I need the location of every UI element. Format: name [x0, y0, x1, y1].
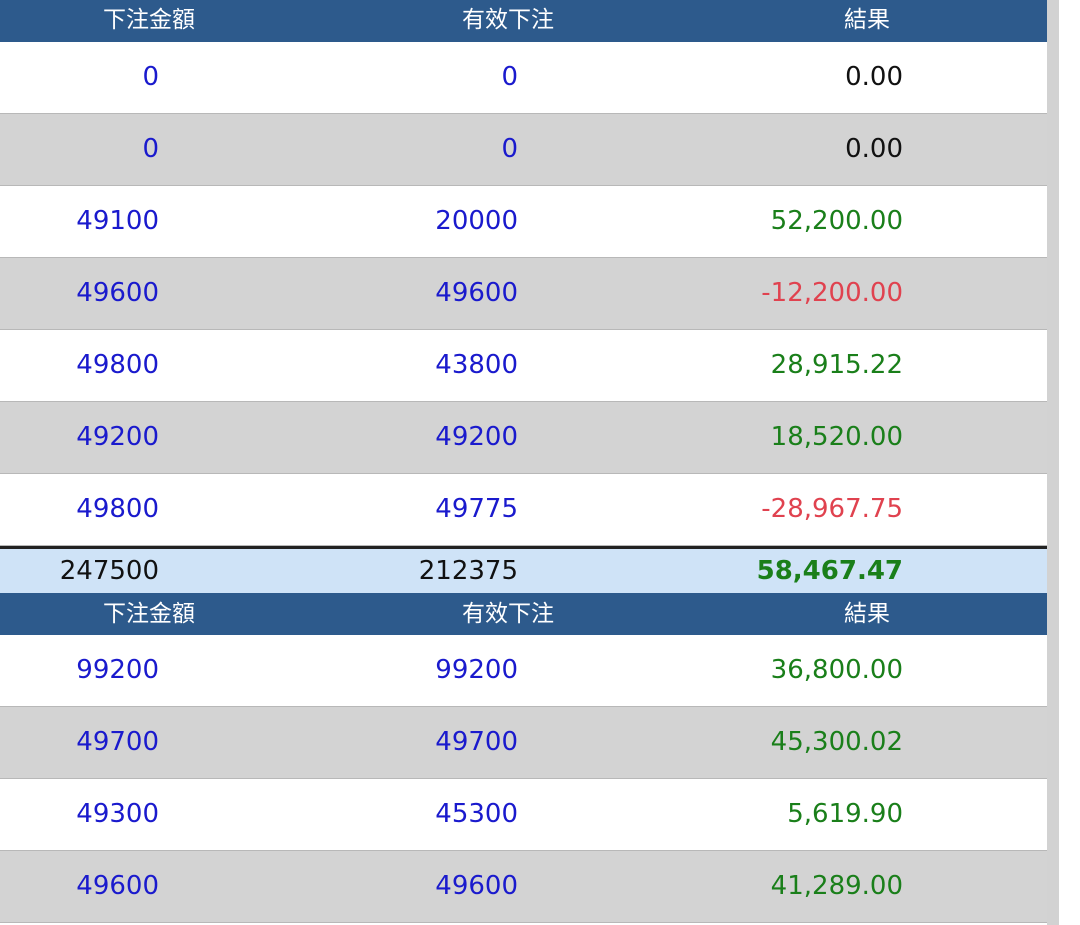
result-cell: 41,289.00 [770, 871, 903, 901]
bet-amount-cell: 0 [142, 134, 159, 164]
total-result: 58,467.47 [756, 556, 903, 586]
table-header: 下注金額 有效下注 結果 [0, 593, 1047, 635]
header-bet-amount: 下注金額 [103, 7, 195, 33]
table-row[interactable]: 49800 43800 28,915.22 [0, 330, 1047, 402]
valid-bet-cell: 0 [501, 62, 518, 92]
bet-amount-cell: 49600 [76, 278, 159, 308]
bet-amount-cell: 49300 [76, 799, 159, 829]
table-row[interactable]: 49300 45300 5,619.90 [0, 779, 1047, 851]
valid-bet-cell: 20000 [435, 206, 518, 236]
bet-amount-cell: 99200 [76, 655, 159, 685]
header-valid-bet: 有效下注 [462, 601, 554, 627]
valid-bet-cell: 0 [501, 134, 518, 164]
results-page: 下注金額 有效下注 結果 0 0 0.00 0 0 0.00 49100 200… [0, 0, 1080, 925]
table-row[interactable]: 49600 49600 -12,200.00 [0, 258, 1047, 330]
total-row: 247500 212375 58,467.47 [0, 546, 1047, 593]
header-valid-bet: 有效下注 [462, 7, 554, 33]
bet-amount-cell: 49800 [76, 350, 159, 380]
table-header: 下注金額 有效下注 結果 [0, 0, 1047, 42]
result-cell: -28,967.75 [761, 494, 903, 524]
table-row[interactable]: 49600 49600 41,289.00 [0, 851, 1047, 923]
result-cell: 0.00 [845, 62, 903, 92]
table-row[interactable]: 49100 20000 52,200.00 [0, 186, 1047, 258]
total-valid-bet: 212375 [418, 556, 518, 586]
bet-amount-cell: 49200 [76, 422, 159, 452]
result-cell: 52,200.00 [770, 206, 903, 236]
valid-bet-cell: 49600 [435, 871, 518, 901]
table-row[interactable]: 49200 49200 18,520.00 [0, 402, 1047, 474]
result-cell: 45,300.02 [770, 727, 903, 757]
bet-amount-cell: 0 [142, 62, 159, 92]
bet-amount-cell: 49800 [76, 494, 159, 524]
result-cell: 5,619.90 [787, 799, 903, 829]
valid-bet-cell: 49775 [435, 494, 518, 524]
table-row[interactable]: 99200 99200 36,800.00 [0, 635, 1047, 707]
result-cell: 18,520.00 [770, 422, 903, 452]
valid-bet-cell: 99200 [435, 655, 518, 685]
result-cell: 0.00 [845, 134, 903, 164]
bet-amount-cell: 49600 [76, 871, 159, 901]
valid-bet-cell: 49600 [435, 278, 518, 308]
header-bet-amount: 下注金額 [103, 601, 195, 627]
total-bet-amount: 247500 [59, 556, 159, 586]
bet-amount-cell: 49700 [76, 727, 159, 757]
header-result: 結果 [844, 7, 890, 33]
valid-bet-cell: 49200 [435, 422, 518, 452]
result-cell: 28,915.22 [770, 350, 903, 380]
valid-bet-cell: 45300 [435, 799, 518, 829]
bet-amount-cell: 49100 [76, 206, 159, 236]
header-result: 結果 [844, 601, 890, 627]
bet-results-table[interactable]: 下注金額 有效下注 結果 0 0 0.00 0 0 0.00 49100 200… [0, 0, 1047, 925]
table-row[interactable]: 0 0 0.00 [0, 114, 1047, 186]
scrollbar-thumb[interactable] [1047, 0, 1059, 925]
valid-bet-cell: 49700 [435, 727, 518, 757]
table-row[interactable]: 0 0 0.00 [0, 42, 1047, 114]
table-row[interactable]: 49700 49700 45,300.02 [0, 707, 1047, 779]
result-cell: -12,200.00 [761, 278, 903, 308]
valid-bet-cell: 43800 [435, 350, 518, 380]
table-row[interactable]: 49800 49775 -28,967.75 [0, 474, 1047, 546]
result-cell: 36,800.00 [770, 655, 903, 685]
